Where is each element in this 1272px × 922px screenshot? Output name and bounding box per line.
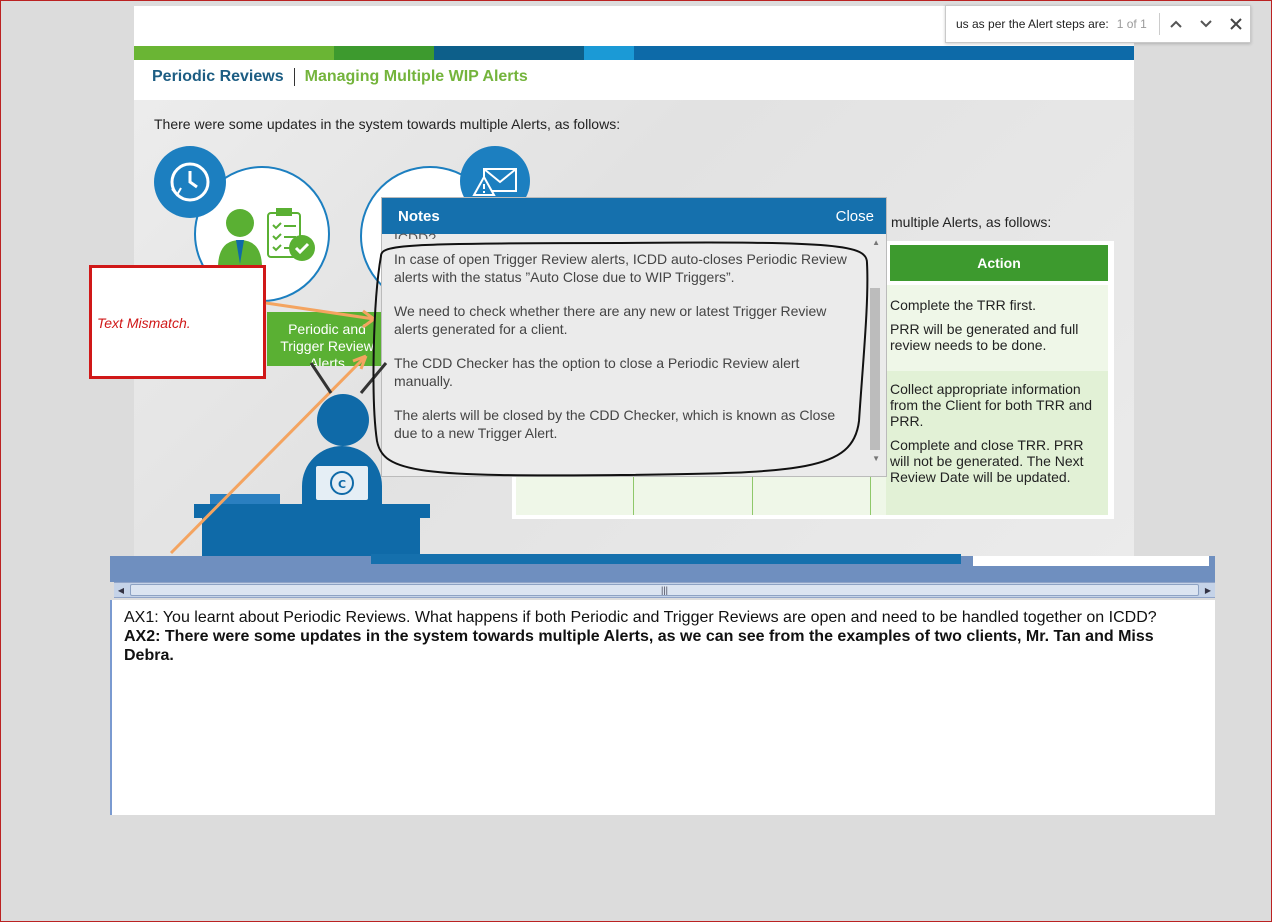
table-cell: PRR will be generated and full review ne… — [890, 321, 1079, 353]
page-title: Managing Multiple WIP Alerts — [304, 68, 528, 85]
desk-body — [202, 518, 420, 556]
notes-content: In case of open Trigger Review alerts, I… — [394, 250, 854, 458]
player-bar-segment — [973, 556, 1209, 566]
horizontal-scrollbar[interactable]: ◀ ||| ▶ — [114, 582, 1215, 598]
table-cell: Collect appropriate information from the… — [890, 381, 1093, 429]
close-icon[interactable] — [1222, 10, 1250, 38]
notes-paragraph: The CDD Checker has the option to close … — [394, 355, 800, 389]
transcript-ax1: AX1: You learnt about Periodic Reviews. … — [124, 609, 1157, 626]
table-intro-text: multiple Alerts, as follows: — [891, 214, 1052, 230]
notes-title: Notes — [398, 207, 440, 225]
notes-paragraph: In case of open Trigger Review alerts, I… — [394, 251, 847, 285]
periodic-trigger-alerts-button[interactable]: Periodic and Trigger Review Alerts — [267, 312, 387, 366]
transcript-ax2: AX2: There were some updates in the syst… — [124, 628, 1154, 664]
color-bar — [134, 46, 1134, 60]
notes-scrollbar-thumb[interactable] — [870, 288, 880, 450]
table-cell: Complete the TRR first. — [890, 297, 1037, 313]
intro-text: There were some updates in the system to… — [154, 116, 621, 132]
svg-text:C: C — [338, 478, 346, 491]
action-column-header: Action — [890, 245, 1108, 281]
notes-popup: Notes Close ICDD? In case of open Trigge… — [381, 197, 887, 477]
chevron-up-icon[interactable] — [1162, 10, 1190, 38]
chevron-down-icon[interactable] — [1192, 10, 1220, 38]
notes-title-bar: Notes Close — [382, 198, 886, 234]
breadcrumb-divider — [293, 68, 295, 86]
annotation-text: Text Mismatch. — [97, 315, 191, 331]
scroll-left-icon[interactable]: ◀ — [114, 583, 128, 597]
person-head — [317, 394, 369, 446]
icdd-laptop-icon: C — [314, 464, 370, 502]
desk-top — [194, 504, 430, 518]
find-match-count: 1 of 1 — [1116, 17, 1147, 31]
find-bar: us as per the Alert steps are: 1 of 1 — [945, 5, 1251, 43]
table-cell: Complete and close TRR. PRR will not be … — [890, 437, 1084, 485]
notes-paragraph: We need to check whether there are any n… — [394, 303, 827, 337]
breadcrumb: Periodic Reviews Managing Multiple WIP A… — [152, 68, 528, 86]
clock-icon — [154, 146, 226, 218]
annotation-box: Text Mismatch. — [89, 265, 266, 379]
scroll-up-icon[interactable]: ▲ — [872, 238, 880, 247]
transcript-pane[interactable]: AX1: You learnt about Periodic Reviews. … — [110, 600, 1215, 815]
scrollbar-thumb[interactable]: ||| — [130, 584, 1199, 596]
notes-close-button[interactable]: Close — [836, 208, 874, 225]
scroll-down-icon[interactable]: ▼ — [872, 454, 880, 463]
breadcrumb-section[interactable]: Periodic Reviews — [152, 68, 284, 86]
notes-cut-text: ICDD? — [394, 230, 437, 239]
player-progress-strip — [371, 554, 961, 564]
find-input[interactable]: us as per the Alert steps are: — [956, 17, 1109, 31]
scroll-right-icon[interactable]: ▶ — [1201, 583, 1215, 597]
books — [210, 494, 280, 504]
notes-paragraph: The alerts will be closed by the CDD Che… — [394, 407, 836, 441]
